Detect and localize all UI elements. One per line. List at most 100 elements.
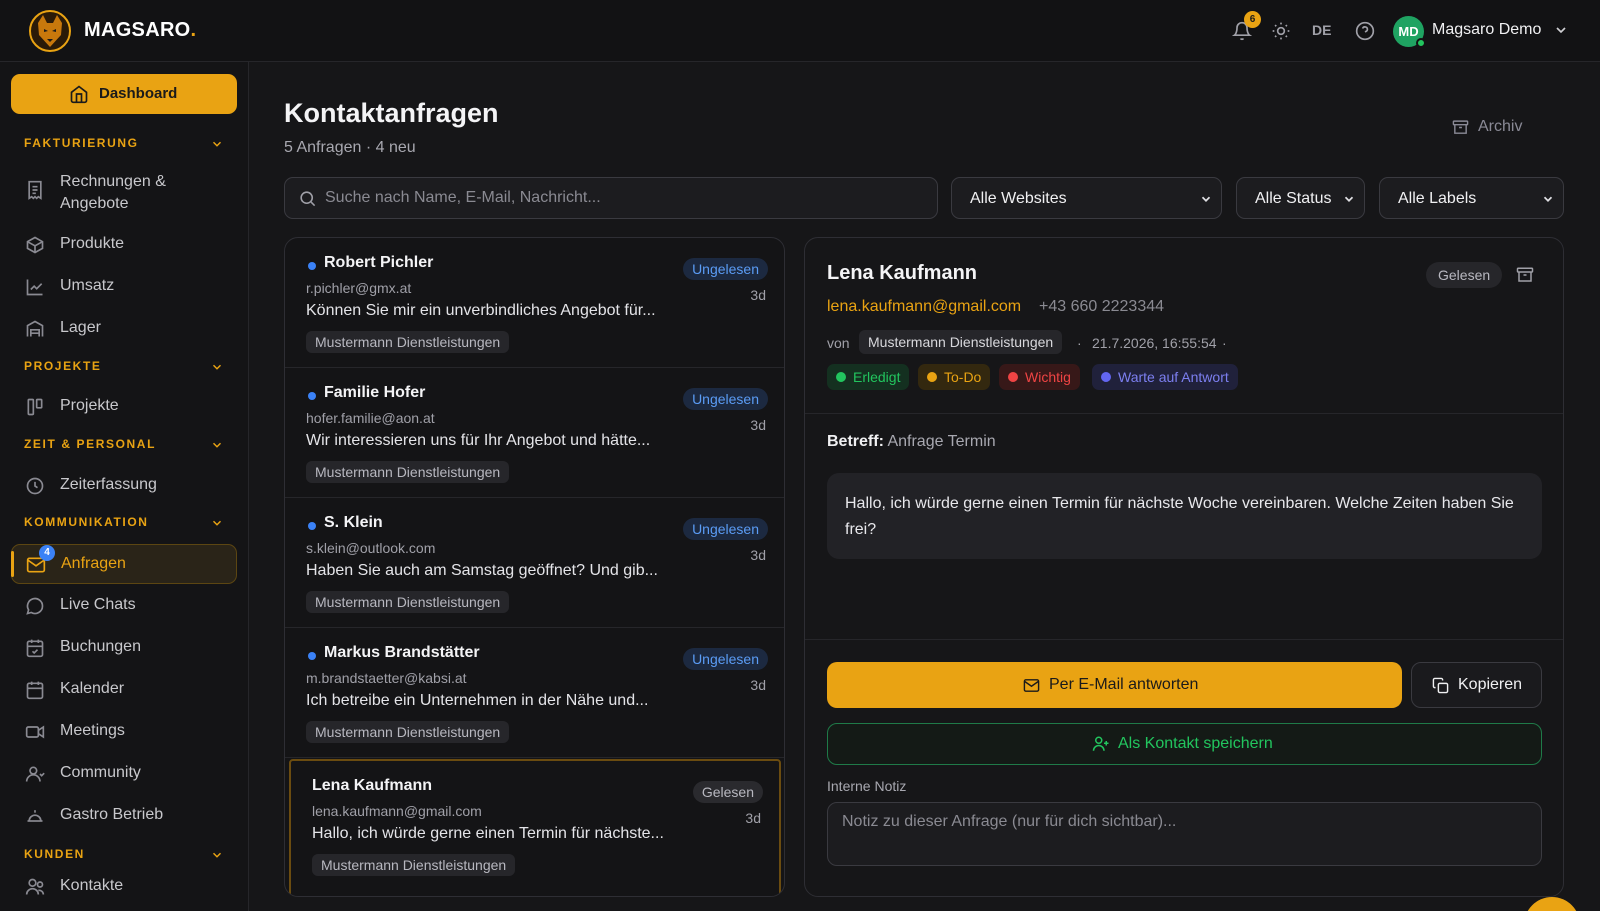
- label-warte-auf-antwort[interactable]: Warte auf Antwort: [1092, 364, 1238, 390]
- list-item[interactable]: S. Klein s.klein@outlook.com Haben Sie a…: [285, 498, 784, 628]
- status-badge: Ungelesen: [683, 518, 768, 540]
- sidebar-item-umsatz[interactable]: Umsatz: [11, 267, 237, 307]
- notifications-button[interactable]: 6: [1231, 11, 1261, 41]
- online-indicator: [1416, 38, 1426, 48]
- chevron-down-icon[interactable]: [210, 848, 224, 862]
- active-indicator: [11, 551, 14, 577]
- list-item[interactable]: Markus Brandstätter m.brandstaetter@kabs…: [285, 628, 784, 758]
- wolf-logo-icon[interactable]: [28, 9, 72, 53]
- unread-dot: [308, 262, 316, 270]
- brand-dot: .: [190, 19, 197, 41]
- internal-note-input[interactable]: [842, 813, 1527, 857]
- sidebar-item-buchungen[interactable]: Buchungen: [11, 628, 237, 668]
- sidebar-item-label: Lager: [60, 319, 101, 336]
- section-fakturierung[interactable]: FAKTURIERUNG: [24, 136, 139, 150]
- chat-bubble-icon: [26, 597, 44, 615]
- language-switch[interactable]: DE: [1312, 22, 1331, 38]
- calendar-check-icon: [26, 639, 44, 658]
- section-kunden[interactable]: KUNDEN: [24, 847, 85, 861]
- sidebar-item-projekte[interactable]: Projekte: [11, 387, 237, 427]
- internal-note-label: Interne Notiz: [827, 778, 907, 794]
- list-item-email: m.brandstaetter@kabsi.at: [306, 670, 467, 686]
- archive-link[interactable]: Archiv: [1452, 118, 1522, 136]
- labels-filter-select[interactable]: Alle Labels: [1379, 177, 1564, 219]
- reply-button-label: Per E-Mail antworten: [1049, 676, 1199, 693]
- chevron-down-icon: [1344, 196, 1354, 202]
- list-item-name: Markus Brandstätter: [324, 644, 480, 661]
- section-projekte[interactable]: PROJEKTE: [24, 359, 101, 373]
- chevron-down-icon[interactable]: [210, 438, 224, 452]
- chevron-down-icon[interactable]: [1553, 22, 1569, 38]
- website-filter-select[interactable]: Alle Websites: [951, 177, 1222, 219]
- sidebar-item-label: Anfragen: [61, 555, 126, 572]
- sidebar-item-label: Produkte: [60, 235, 125, 252]
- reply-email-button[interactable]: Per E-Mail antworten: [827, 662, 1402, 708]
- chevron-down-icon[interactable]: [210, 137, 224, 151]
- sidebar-item-label: Live Chats: [60, 596, 136, 613]
- section-zeit[interactable]: ZEIT & PERSONAL: [24, 437, 156, 451]
- detail-subject: Betreff: Anfrage Termin: [827, 433, 996, 451]
- status-filter-select[interactable]: Alle Status: [1236, 177, 1365, 219]
- help-button[interactable]: [1355, 21, 1375, 41]
- sidebar-item-produkte[interactable]: Produkte: [11, 225, 237, 265]
- label-wichtig[interactable]: Wichtig: [999, 364, 1080, 390]
- top-bar: MAGSARO. 6 DE MD Magsaro Demo: [0, 0, 1600, 62]
- labels-filter-value: Alle Labels: [1398, 190, 1477, 207]
- sidebar-item-kontakte[interactable]: Kontakte: [11, 867, 237, 907]
- chevron-down-icon: [1543, 196, 1553, 202]
- sidebar: Dashboard FAKTURIERUNG Rechnungen & Ange…: [0, 62, 249, 911]
- label-erledigt[interactable]: Erledigt: [827, 364, 910, 390]
- section-kommunikation[interactable]: KOMMUNIKATION: [24, 515, 149, 529]
- copy-button[interactable]: Kopieren: [1411, 662, 1542, 708]
- sidebar-item-meetings[interactable]: Meetings: [11, 712, 237, 752]
- notifications-badge: 6: [1244, 11, 1261, 28]
- save-contact-button[interactable]: Als Kontakt speichern: [827, 723, 1542, 765]
- list-item-message: Wir interessieren uns für Ihr Angebot un…: [306, 432, 651, 449]
- unread-dot: [308, 522, 316, 530]
- archive-icon[interactable]: [1516, 266, 1534, 284]
- status-badge[interactable]: Gelesen: [1426, 262, 1503, 288]
- detail-phone[interactable]: +43 660 2223344: [1039, 298, 1164, 316]
- list-item-message: Können Sie mir ein unverbindliches Angeb…: [306, 302, 656, 319]
- dashboard-button[interactable]: Dashboard: [11, 74, 237, 114]
- list-item[interactable]: Robert Pichler r.pichler@gmx.at Können S…: [285, 238, 784, 368]
- search-input[interactable]: [325, 178, 925, 218]
- list-item-site: Mustermann Dienstleistungen: [306, 331, 510, 353]
- sidebar-item-gastro[interactable]: Gastro Betrieb: [11, 796, 237, 836]
- sidebar-item-lager[interactable]: Lager: [11, 309, 237, 349]
- sidebar-item-label: Community: [60, 764, 141, 781]
- receipt-icon: [28, 180, 42, 200]
- label-text: Erledigt: [853, 369, 901, 385]
- list-item[interactable]: Familie Hofer hofer.familie@aon.at Wir i…: [285, 368, 784, 498]
- brand-name[interactable]: MAGSARO.: [84, 19, 196, 42]
- list-item-message: Ich betreibe ein Unternehmen in der Nähe…: [306, 692, 649, 709]
- sidebar-item-anfragen[interactable]: 4 Anfragen: [11, 544, 237, 584]
- sidebar-item-label: Gastro Betrieb: [60, 806, 164, 823]
- list-item-age: 3d: [750, 417, 766, 433]
- list-item-selected[interactable]: Lena Kaufmann lena.kaufmann@gmail.com Ha…: [289, 759, 781, 896]
- sidebar-item-live-chats[interactable]: Live Chats: [11, 586, 237, 626]
- sidebar-item-label: Rechnungen & Angebote: [60, 173, 166, 212]
- theme-toggle-button[interactable]: [1271, 21, 1291, 41]
- meta-separator: ·: [1222, 335, 1227, 351]
- sidebar-item-zeiterfassung[interactable]: Zeiterfassung: [11, 466, 237, 506]
- sidebar-item-kalender[interactable]: Kalender: [11, 670, 237, 710]
- avatar[interactable]: MD: [1393, 16, 1426, 48]
- detail-email-link[interactable]: lena.kaufmann@gmail.com: [827, 298, 1021, 316]
- chevron-down-icon[interactable]: [210, 516, 224, 530]
- chevron-down-icon[interactable]: [210, 360, 224, 374]
- sidebar-item-community[interactable]: Community: [11, 754, 237, 794]
- detail-site: Mustermann Dienstleistungen: [859, 330, 1063, 354]
- inquiry-list: Robert Pichler r.pichler@gmx.at Können S…: [284, 237, 785, 897]
- mail-icon: [1023, 679, 1040, 692]
- list-item-age: 3d: [750, 287, 766, 303]
- user-name[interactable]: Magsaro Demo: [1432, 21, 1541, 39]
- contacts-icon: [25, 878, 45, 895]
- label-text: Warte auf Antwort: [1118, 369, 1229, 385]
- chevron-down-icon: [1201, 196, 1211, 202]
- floating-action-button[interactable]: [1524, 897, 1580, 911]
- status-badge: Ungelesen: [683, 648, 768, 670]
- sidebar-item-rechnungen[interactable]: Rechnungen & Angebote: [11, 166, 237, 214]
- list-item-name: Familie Hofer: [324, 384, 426, 401]
- label-todo[interactable]: To-Do: [918, 364, 991, 390]
